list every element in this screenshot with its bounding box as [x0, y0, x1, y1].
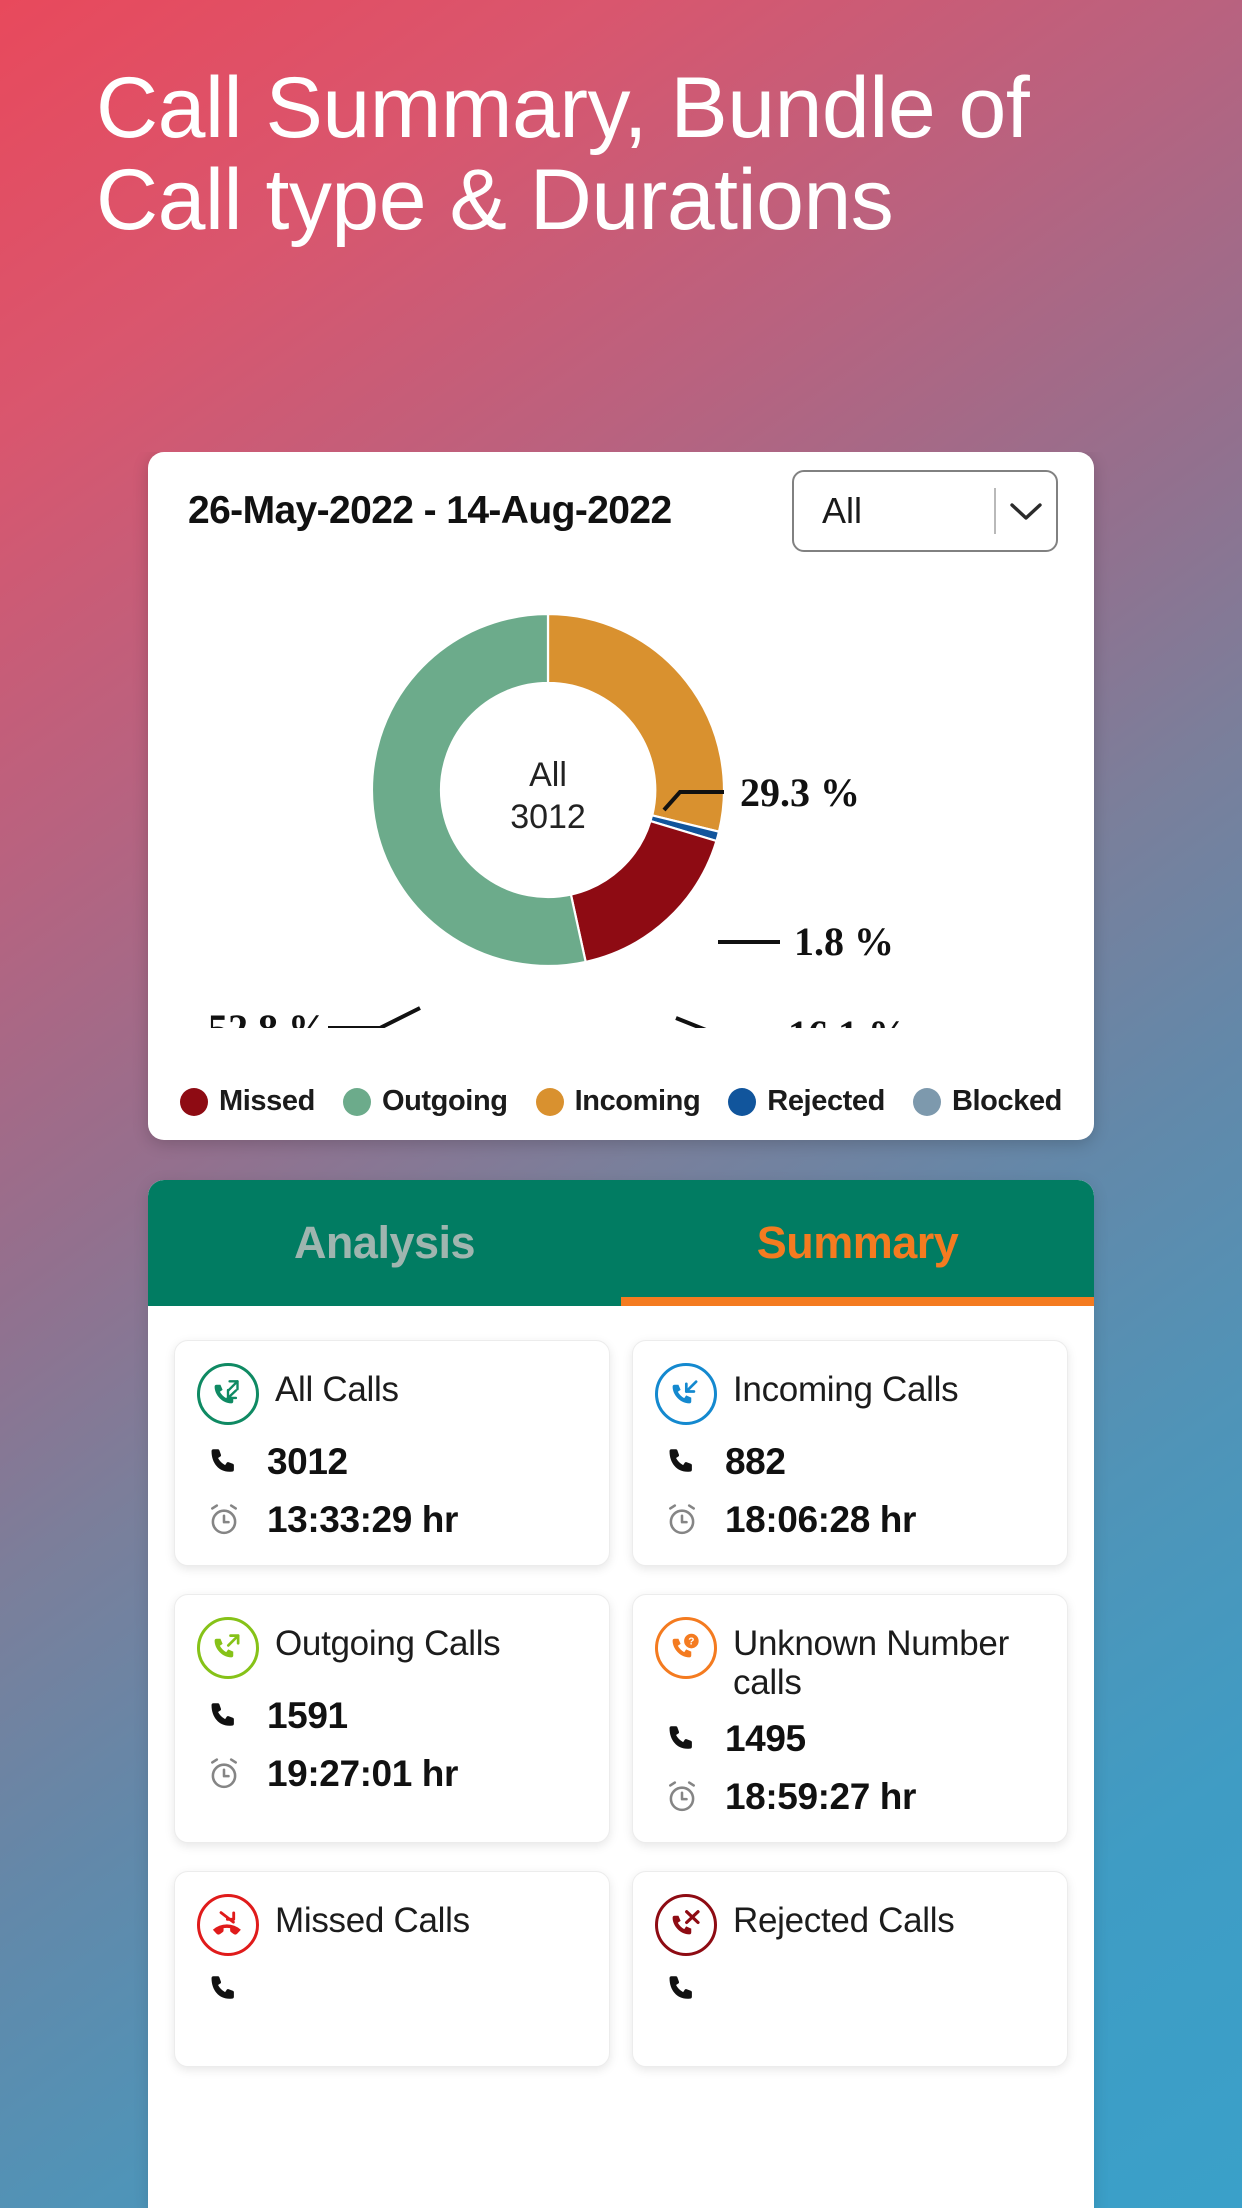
- card-header: ? Unknown Number calls: [655, 1617, 1047, 1702]
- phone-icon: [661, 1722, 703, 1756]
- card-count: 3012: [267, 1441, 348, 1483]
- alarm-clock-icon: [203, 1756, 245, 1792]
- legend-dot-outgoing: [343, 1088, 371, 1116]
- card-count-row: 3012: [197, 1441, 589, 1483]
- tab-bar: Analysis Summary: [148, 1180, 1094, 1306]
- summary-card-rejected-calls[interactable]: Rejected Calls: [632, 1871, 1068, 2067]
- call-unknown-icon: ?: [655, 1617, 717, 1679]
- phone-icon: [661, 1972, 703, 2006]
- summary-card-all-calls[interactable]: All Calls 3012 1: [174, 1340, 610, 1566]
- card-duration: 18:06:28 hr: [725, 1499, 916, 1541]
- legend-label-incoming: Incoming: [575, 1085, 701, 1118]
- incoming-pct-label: 29.3 %: [740, 770, 860, 815]
- card-count: 882: [725, 1441, 786, 1483]
- hero-line-1: Call Summary, Bundle of: [96, 60, 1029, 156]
- card-duration: 18:59:27 hr: [725, 1776, 916, 1818]
- legend-label-blocked: Blocked: [952, 1085, 1062, 1118]
- phone-icon: [203, 1445, 245, 1479]
- card-count-row: 1495: [655, 1718, 1047, 1760]
- legend-label-missed: Missed: [219, 1085, 315, 1118]
- card-count: 1591: [267, 1695, 348, 1737]
- legend-dot-blocked: [913, 1088, 941, 1116]
- chart-card: 26-May-2022 - 14-Aug-2022 All: [148, 452, 1094, 1140]
- chart-legend: Missed Outgoing Incoming Rejected Blocke…: [148, 1085, 1094, 1118]
- legend-item-blocked[interactable]: Blocked: [913, 1085, 1062, 1118]
- donut-label-rejected: 1.8 %: [718, 919, 894, 964]
- outgoing-pct-label: 52.8 %: [208, 1006, 328, 1028]
- card-header: Missed Calls: [197, 1894, 589, 1956]
- alarm-clock-icon: [661, 1502, 703, 1538]
- alarm-clock-icon: [661, 1779, 703, 1815]
- hero-heading: Call Summary, Bundle of Call type & Dura…: [96, 62, 1166, 246]
- summary-card-missed-calls[interactable]: Missed Calls: [174, 1871, 610, 2067]
- donut-center-label: All: [529, 756, 567, 794]
- call-rejected-icon: [655, 1894, 717, 1956]
- legend-item-rejected[interactable]: Rejected: [728, 1085, 885, 1118]
- call-missed-icon: [197, 1894, 259, 1956]
- card-count-row: [655, 1972, 1047, 2006]
- app-screenshot: 26-May-2022 - 14-Aug-2022 All: [126, 452, 1116, 2208]
- card-duration: 13:33:29 hr: [267, 1499, 458, 1541]
- date-range-label: 26-May-2022 - 14-Aug-2022: [188, 489, 672, 533]
- phone-icon: [661, 1445, 703, 1479]
- tab-summary[interactable]: Summary: [621, 1180, 1094, 1306]
- legend-dot-rejected: [728, 1088, 756, 1116]
- summary-card-outgoing-calls[interactable]: Outgoing Calls 1591: [174, 1594, 610, 1843]
- card-header: All Calls: [197, 1363, 589, 1425]
- tab-analysis[interactable]: Analysis: [148, 1180, 621, 1306]
- legend-item-incoming[interactable]: Incoming: [536, 1085, 701, 1118]
- legend-dot-missed: [180, 1088, 208, 1116]
- donut-center-value: 3012: [510, 798, 586, 836]
- call-all-icon: [197, 1363, 259, 1425]
- card-title: Rejected Calls: [733, 1894, 954, 1940]
- card-title: Missed Calls: [275, 1894, 470, 1940]
- hero-line-2: Call type & Durations: [96, 152, 893, 248]
- card-count-row: 882: [655, 1441, 1047, 1483]
- summary-card-unknown-number-calls[interactable]: ? Unknown Number calls 1495: [632, 1594, 1068, 1843]
- card-duration-row: 18:59:27 hr: [655, 1776, 1047, 1818]
- svg-text:?: ?: [688, 1637, 694, 1648]
- donut-label-missed: 16.1 %: [676, 1012, 908, 1028]
- card-header: Incoming Calls: [655, 1363, 1047, 1425]
- donut-slice-missed[interactable]: [571, 821, 717, 962]
- card-title: Outgoing Calls: [275, 1617, 500, 1663]
- phone-icon: [203, 1972, 245, 2006]
- card-count-row: 1591: [197, 1695, 589, 1737]
- legend-item-outgoing[interactable]: Outgoing: [343, 1085, 508, 1118]
- card-header: Rejected Calls: [655, 1894, 1047, 1956]
- legend-label-outgoing: Outgoing: [382, 1085, 508, 1118]
- call-outgoing-icon: [197, 1617, 259, 1679]
- call-incoming-icon: [655, 1363, 717, 1425]
- chart-card-header: 26-May-2022 - 14-Aug-2022 All: [148, 452, 1094, 570]
- call-type-filter-dropdown[interactable]: All: [792, 470, 1058, 552]
- chevron-down-icon[interactable]: [996, 499, 1056, 523]
- legend-label-rejected: Rejected: [767, 1085, 885, 1118]
- card-title: All Calls: [275, 1363, 399, 1409]
- donut-label-outgoing: 52.8 %: [208, 1006, 420, 1028]
- card-duration-row: 18:06:28 hr: [655, 1499, 1047, 1541]
- card-header: Outgoing Calls: [197, 1617, 589, 1679]
- phone-icon: [203, 1699, 245, 1733]
- rejected-pct-label: 1.8 %: [794, 919, 894, 964]
- card-duration: 19:27:01 hr: [267, 1753, 458, 1795]
- card-title: Unknown Number calls: [733, 1617, 1047, 1702]
- summary-card-incoming-calls[interactable]: Incoming Calls 882: [632, 1340, 1068, 1566]
- alarm-clock-icon: [203, 1502, 245, 1538]
- card-duration-row: 19:27:01 hr: [197, 1753, 589, 1795]
- summary-card-grid: All Calls 3012 1: [148, 1306, 1094, 2067]
- tab-summary-label: Summary: [757, 1217, 959, 1269]
- card-duration-row: 13:33:29 hr: [197, 1499, 589, 1541]
- summary-panel: Analysis Summary: [148, 1180, 1094, 2208]
- tab-analysis-label: Analysis: [294, 1217, 475, 1269]
- legend-item-missed[interactable]: Missed: [180, 1085, 315, 1118]
- card-title: Incoming Calls: [733, 1363, 958, 1409]
- missed-pct-label: 16.1 %: [788, 1012, 908, 1028]
- filter-selected-value: All: [794, 490, 994, 532]
- card-count-row: [197, 1972, 589, 2006]
- card-count: 1495: [725, 1718, 806, 1760]
- legend-dot-incoming: [536, 1088, 564, 1116]
- call-type-donut-chart[interactable]: All 3012 29.3 % 1.8 % 16.1 %: [148, 558, 1094, 1028]
